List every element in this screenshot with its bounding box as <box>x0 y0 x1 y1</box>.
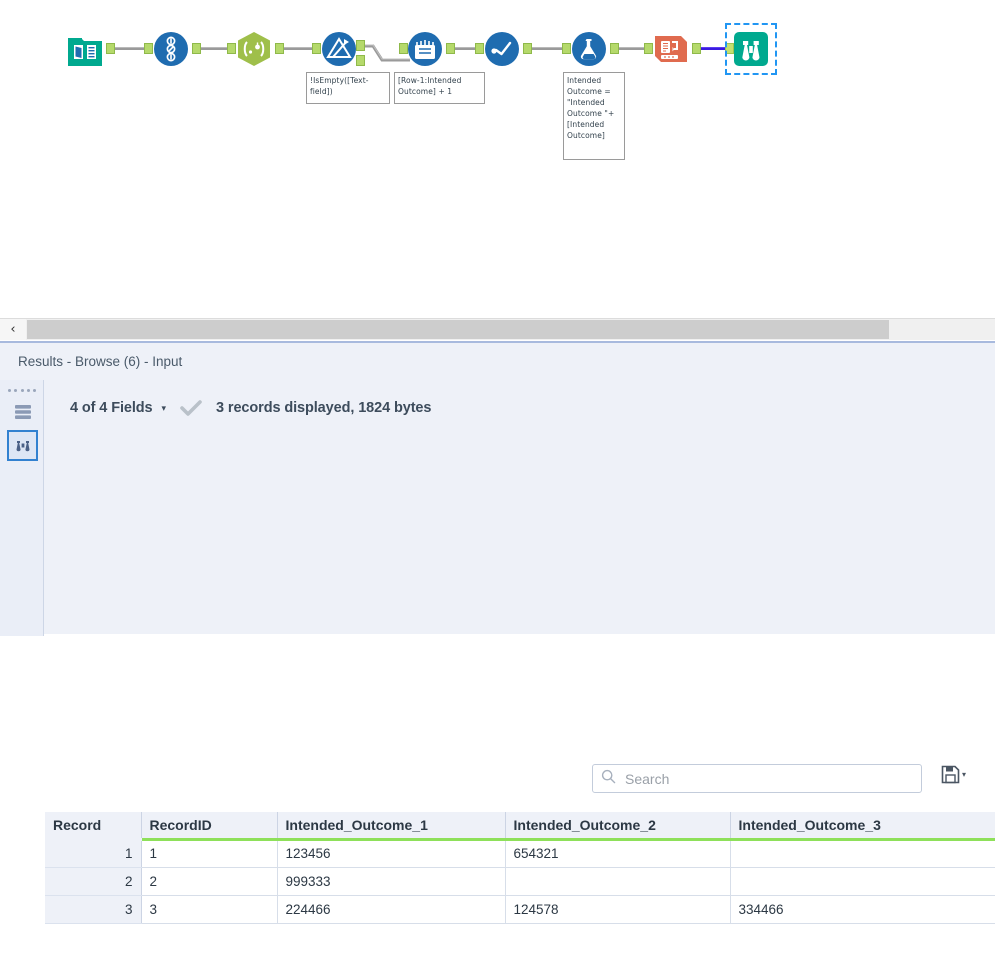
output-anchor-summarize[interactable] <box>610 43 619 54</box>
scrollbar-thumb[interactable] <box>27 320 889 339</box>
cell-record: 3 <box>45 895 142 924</box>
connector-input-to-select[interactable] <box>113 47 148 50</box>
chevron-down-icon[interactable]: ▾ <box>962 770 966 779</box>
cell-outcome-3 <box>730 867 995 896</box>
rail-browse-button[interactable] <box>7 430 38 461</box>
rail-records-button[interactable] <box>7 396 38 427</box>
summarize-tool[interactable] <box>570 30 608 68</box>
cell-record: 2 <box>45 867 142 896</box>
filter-tool[interactable] <box>320 30 358 68</box>
binoculars-icon <box>742 41 760 61</box>
table-header-row: Record RecordID Intended_Outcome_1 Inten… <box>45 812 995 841</box>
cell-recordid: 3 <box>141 895 278 924</box>
cell-outcome-2: 654321 <box>505 839 731 868</box>
binoculars-icon <box>16 440 29 451</box>
cell-recordid: 2 <box>141 867 278 896</box>
results-pane: Results - Browse (6) - Input 4 of 4 Fiel… <box>0 341 995 977</box>
table-row[interactable]: 3 3 224466 124578 334466 <box>45 895 995 924</box>
output-anchor-select[interactable] <box>192 43 201 54</box>
scroll-left-button[interactable]: ‹ <box>0 319 26 340</box>
output-anchor-regex[interactable] <box>275 43 284 54</box>
table-row[interactable]: 1 1 123456 654321 <box>45 839 995 868</box>
cell-outcome-2: 124578 <box>505 895 731 924</box>
cell-outcome-1: 224466 <box>277 895 506 924</box>
search-box[interactable] <box>592 764 922 793</box>
browse-tool[interactable] <box>725 23 777 75</box>
input-data-tool[interactable] <box>66 30 104 68</box>
cell-record: 1 <box>45 839 142 868</box>
column-header-recordid[interactable]: RecordID <box>141 812 278 841</box>
search-input[interactable] <box>623 769 907 788</box>
rail-drag-handle[interactable] <box>8 386 36 394</box>
canvas-horizontal-scrollbar[interactable]: ‹ <box>0 318 995 340</box>
results-table[interactable]: Record RecordID Intended_Outcome_1 Inten… <box>45 812 995 977</box>
regex-tool[interactable] <box>235 30 273 68</box>
sample-tool[interactable] <box>483 30 521 68</box>
multi-row-formula-tool[interactable] <box>406 30 444 68</box>
results-rail <box>0 380 44 636</box>
table-row[interactable]: 2 2 999333 <box>45 867 995 896</box>
crosstab-tool[interactable] <box>652 30 690 68</box>
column-header-record[interactable]: Record <box>45 812 142 841</box>
chevron-down-icon[interactable]: ▾ <box>162 403 167 414</box>
cell-outcome-1: 123456 <box>277 839 506 868</box>
cell-outcome-3 <box>730 839 995 868</box>
results-toolbar: 4 of 4 Fields ▾ 3 records displayed, 182… <box>44 380 995 436</box>
workflow-canvas[interactable]: !IsEmpty([Text- field]) [Row-1:Intended … <box>0 0 995 318</box>
cell-outcome-1: 999333 <box>277 867 506 896</box>
save-disk-icon <box>941 765 960 784</box>
connector-regex-to-filter[interactable] <box>282 47 316 50</box>
book-icon <box>74 44 96 60</box>
fields-selector-label[interactable]: 4 of 4 Fields <box>70 400 153 416</box>
results-title: Results - Browse (6) - Input <box>0 343 995 380</box>
output-anchor-crosstab[interactable] <box>692 43 701 54</box>
records-list-icon <box>14 404 31 419</box>
cell-outcome-2 <box>505 867 731 896</box>
output-anchor-input-data[interactable] <box>106 43 115 54</box>
column-header-intended-outcome-2[interactable]: Intended_Outcome_2 <box>505 812 731 841</box>
summarize-annotation: Intended Outcome = "Intended Outcome "+ … <box>563 72 625 160</box>
connector-sample-to-summarize[interactable] <box>530 47 566 50</box>
export-results-button[interactable]: ▾ <box>941 765 966 784</box>
cell-recordid: 1 <box>141 839 278 868</box>
output-anchor-multirow[interactable] <box>446 43 455 54</box>
check-icon <box>180 399 202 417</box>
column-header-intended-outcome-3[interactable]: Intended_Outcome_3 <box>730 812 995 841</box>
cell-outcome-3: 334466 <box>730 895 995 924</box>
multirow-annotation: [Row-1:Intended Outcome] + 1 <box>394 72 485 104</box>
output-anchor-sample[interactable] <box>523 43 532 54</box>
column-header-intended-outcome-1[interactable]: Intended_Outcome_1 <box>277 812 506 841</box>
search-icon <box>601 769 616 789</box>
select-tool[interactable] <box>152 30 190 68</box>
record-count-label: 3 records displayed, 1824 bytes <box>216 400 432 416</box>
filter-annotation: !IsEmpty([Text- field]) <box>306 72 390 104</box>
